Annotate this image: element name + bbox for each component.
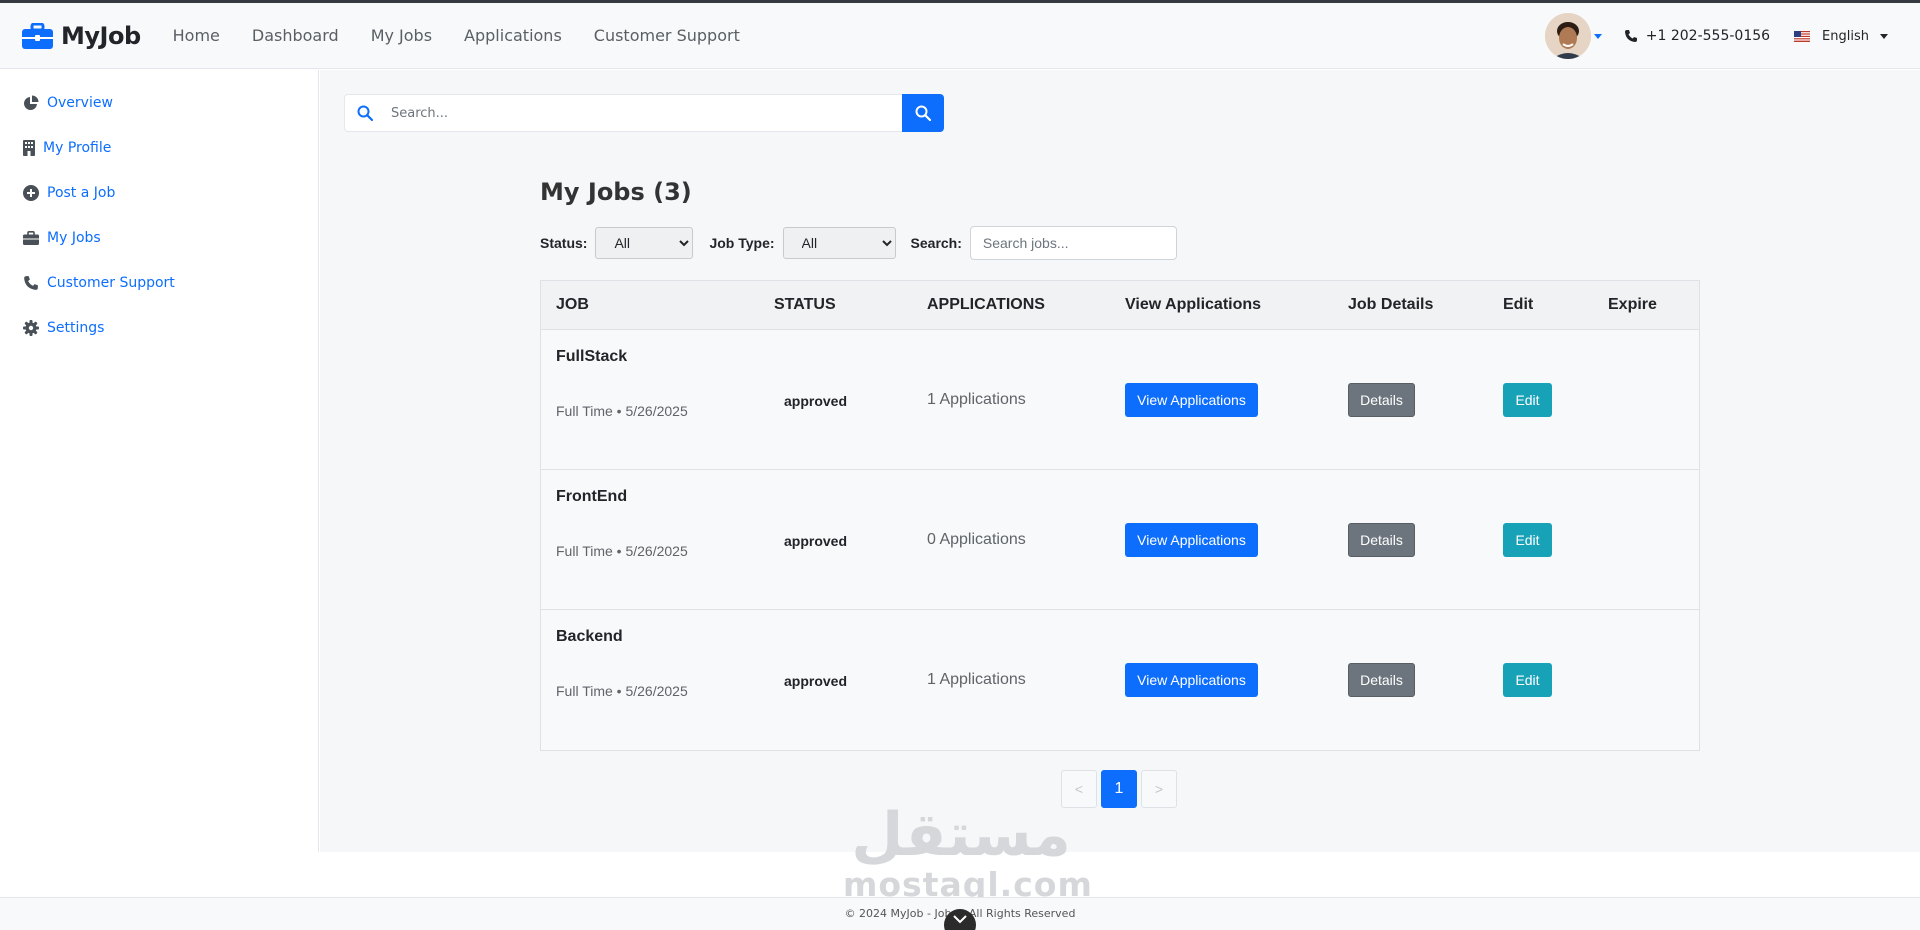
- navbar-right: +1 202-555-0156 English: [1544, 3, 1920, 69]
- top-navbar: MyJob Home Dashboard My Jobs Application…: [0, 3, 1920, 69]
- sidebar-item-label: Settings: [47, 320, 105, 336]
- brand-name: MyJob: [61, 21, 141, 50]
- status-badge: approved: [784, 673, 848, 689]
- nav-applications[interactable]: Applications: [464, 26, 562, 45]
- sidebar-item-customer-support[interactable]: Customer Support: [23, 275, 175, 291]
- column-header-edit: Edit: [1503, 296, 1534, 313]
- job-type-select[interactable]: All: [782, 227, 896, 259]
- nav-customer-support[interactable]: Customer Support: [594, 26, 740, 45]
- job-title[interactable]: FullStack: [556, 348, 627, 366]
- sidebar-item-settings[interactable]: Settings: [23, 320, 104, 336]
- job-title[interactable]: Backend: [556, 628, 623, 646]
- mostaql-watermark: مستقل mostaql.com: [843, 800, 1092, 903]
- pagination: < 1 >: [1061, 770, 1181, 808]
- status-badge: approved: [784, 533, 848, 549]
- details-button[interactable]: Details: [1348, 383, 1415, 417]
- search-button[interactable]: [902, 94, 944, 132]
- job-title[interactable]: FrontEnd: [556, 488, 627, 506]
- briefcase-icon: [22, 22, 53, 49]
- contact-phone: +1 202-555-0156: [1624, 28, 1770, 44]
- brand-logo[interactable]: MyJob: [22, 22, 141, 50]
- sidebar-item-label: My Jobs: [47, 230, 101, 246]
- applications-count: 0 Applications: [927, 531, 1026, 548]
- nav-home[interactable]: Home: [173, 26, 220, 45]
- column-header-job-details: Job Details: [1348, 296, 1434, 313]
- building-icon: [23, 140, 35, 156]
- search-box: [344, 94, 902, 132]
- sidebar-item-label: Customer Support: [47, 275, 175, 291]
- column-header-expire: Expire: [1608, 296, 1657, 313]
- phone-icon: [1624, 30, 1637, 42]
- chevron-down-icon: [1880, 33, 1888, 39]
- us-flag-icon: [1794, 30, 1811, 42]
- language-label: English: [1822, 28, 1869, 44]
- nav-dashboard[interactable]: Dashboard: [252, 26, 339, 45]
- next-page-button[interactable]: >: [1141, 770, 1177, 808]
- column-header-view-applications: View Applications: [1125, 296, 1262, 313]
- table-row: FullStack Full Time • 5/26/2025 approved…: [541, 330, 1699, 470]
- status-filter-label: Status:: [540, 235, 588, 251]
- plus-circle-icon: [23, 185, 39, 201]
- chevron-down-glyph: [953, 915, 967, 924]
- table-row: Backend Full Time • 5/26/2025 approved 1…: [541, 610, 1699, 750]
- status-badge: approved: [784, 393, 848, 409]
- briefcase-icon: [23, 231, 39, 245]
- gear-icon: [23, 320, 39, 336]
- details-button[interactable]: Details: [1348, 523, 1415, 557]
- main-content: My Jobs (3) Status: All Job Type: All Se…: [320, 70, 1920, 852]
- watermark-arabic: مستقل: [851, 800, 1071, 870]
- pie-chart-icon: [24, 95, 39, 110]
- main-nav: Home Dashboard My Jobs Applications Cust…: [151, 26, 750, 45]
- user-avatar[interactable]: [1544, 13, 1591, 59]
- details-button[interactable]: Details: [1348, 663, 1415, 697]
- job-search-label: Search:: [910, 235, 962, 251]
- view-applications-button[interactable]: View Applications: [1125, 383, 1258, 417]
- sidebar-item-post-a-job[interactable]: Post a Job: [23, 185, 115, 201]
- search-icon: [915, 105, 931, 121]
- sidebar: Overview My Profile Post a Job My Jobs C…: [0, 70, 319, 852]
- column-header-job: JOB: [556, 296, 589, 313]
- job-type-filter-label: Job Type:: [709, 235, 775, 251]
- table-row: FrontEnd Full Time • 5/26/2025 approved …: [541, 470, 1699, 610]
- applications-count: 1 Applications: [927, 671, 1026, 688]
- phone-number: +1 202-555-0156: [1645, 28, 1771, 44]
- table-header: JOB STATUS APPLICATIONS View Application…: [541, 281, 1699, 330]
- page-1-button[interactable]: 1: [1101, 770, 1137, 808]
- phone-icon: [24, 276, 38, 290]
- edit-button[interactable]: Edit: [1503, 383, 1552, 417]
- global-search: [344, 94, 944, 132]
- job-filters: Status: All Job Type: All Search:: [540, 226, 1177, 260]
- search-icon: [357, 105, 373, 121]
- status-select[interactable]: All: [595, 227, 694, 259]
- avatar-dropdown-caret[interactable]: [1593, 33, 1602, 39]
- sidebar-item-my-profile[interactable]: My Profile: [23, 140, 111, 156]
- sidebar-item-overview[interactable]: Overview: [23, 95, 113, 111]
- language-selector[interactable]: English: [1794, 29, 1888, 44]
- page-title: My Jobs (3): [540, 178, 692, 206]
- column-header-status: STATUS: [774, 296, 836, 313]
- applications-count: 1 Applications: [927, 391, 1026, 408]
- nav-my-jobs[interactable]: My Jobs: [371, 26, 432, 45]
- sidebar-item-label: Overview: [47, 95, 113, 111]
- edit-button[interactable]: Edit: [1503, 523, 1552, 557]
- search-input[interactable]: [391, 105, 871, 121]
- edit-button[interactable]: Edit: [1503, 663, 1552, 697]
- jobs-table: JOB STATUS APPLICATIONS View Application…: [540, 280, 1700, 751]
- avatar-portrait: [1544, 13, 1591, 59]
- column-header-applications: APPLICATIONS: [927, 296, 1045, 313]
- view-applications-button[interactable]: View Applications: [1125, 523, 1258, 557]
- view-applications-button[interactable]: View Applications: [1125, 663, 1258, 697]
- job-meta: Full Time • 5/26/2025: [556, 683, 688, 699]
- sidebar-item-label: My Profile: [43, 140, 112, 156]
- job-search-input[interactable]: [969, 226, 1177, 260]
- sidebar-item-my-jobs[interactable]: My Jobs: [23, 230, 101, 246]
- job-meta: Full Time • 5/26/2025: [556, 543, 688, 559]
- job-meta: Full Time • 5/26/2025: [556, 403, 688, 419]
- sidebar-item-label: Post a Job: [47, 185, 116, 201]
